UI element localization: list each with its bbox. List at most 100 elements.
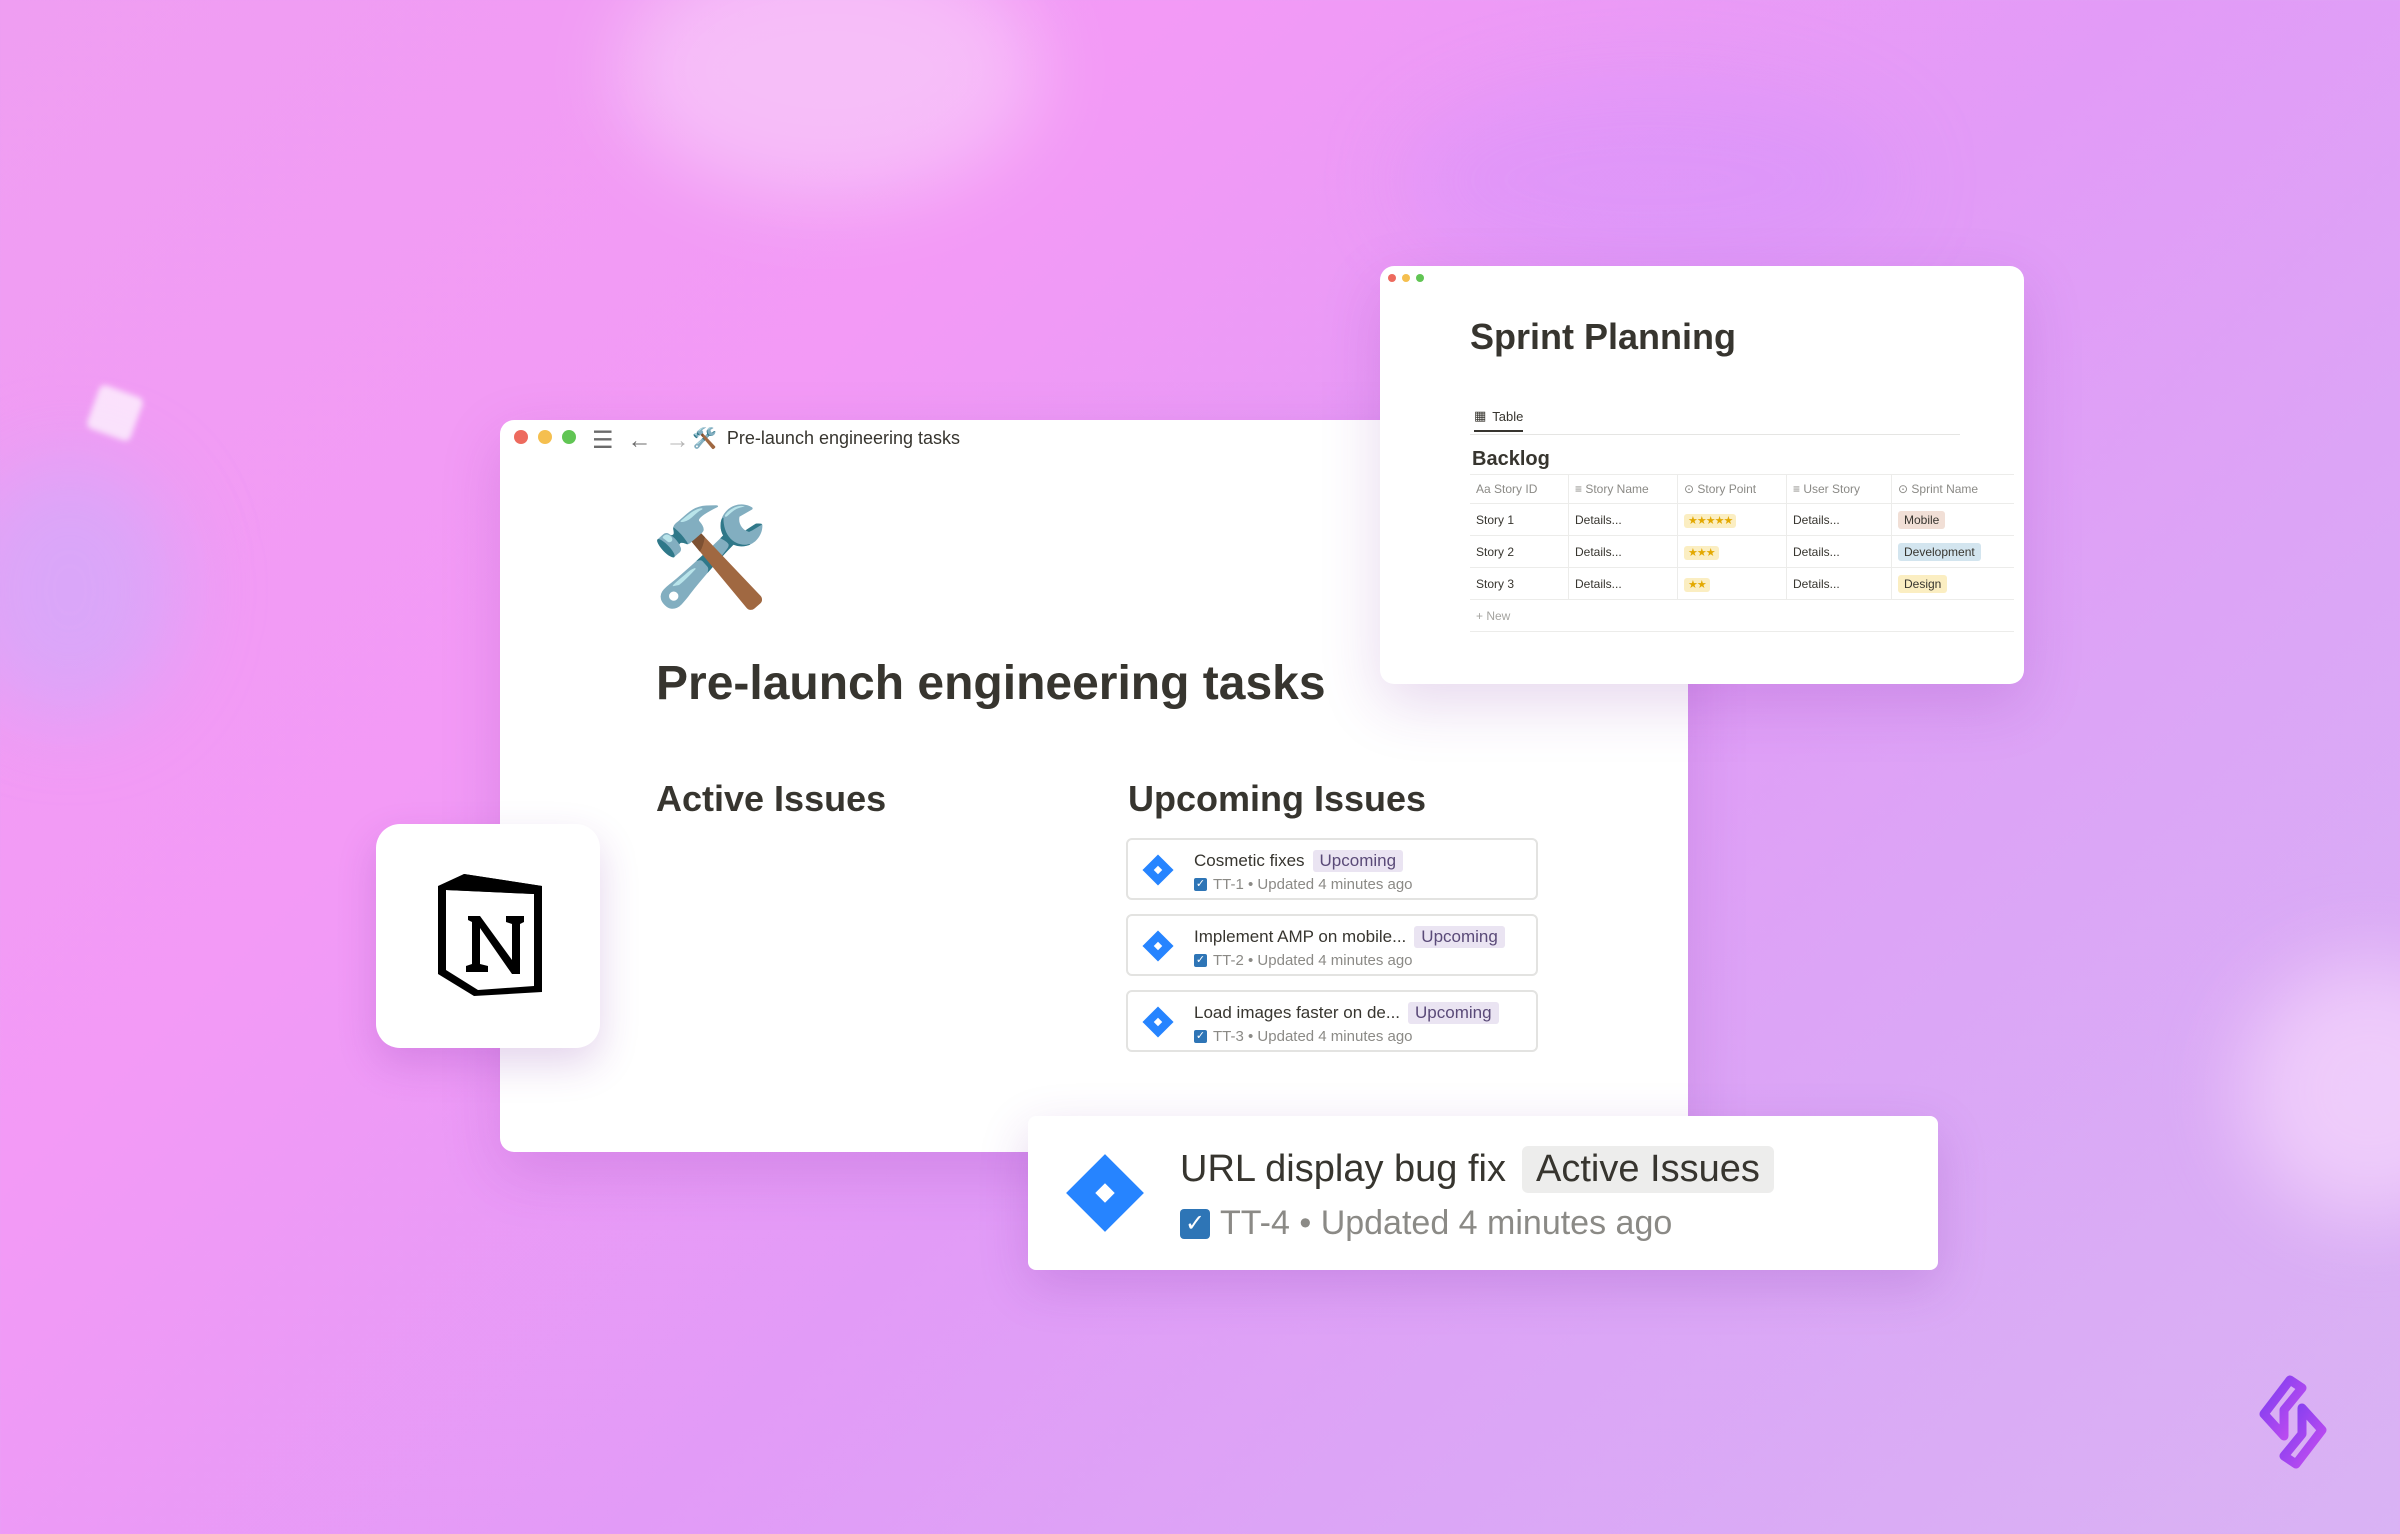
checkbox-icon: ✓	[1180, 1208, 1210, 1239]
forward-arrow-icon[interactable]: →	[666, 427, 690, 455]
page-title[interactable]: Pre-launch engineering tasks	[656, 656, 1326, 711]
story-id-cell[interactable]: Story 3	[1470, 567, 1569, 600]
jira-icon	[1142, 854, 1174, 886]
minimize-button[interactable]	[1402, 274, 1410, 282]
sprint-name-cell[interactable]: Design	[1891, 567, 2014, 600]
issue-title: Load images faster on de... Upcoming	[1194, 1002, 1499, 1024]
column-label: Story ID	[1494, 482, 1538, 496]
story-name-cell[interactable]: Details...	[1568, 535, 1678, 568]
select-icon: ⊙	[1898, 482, 1912, 496]
issue-title: Cosmetic fixes Upcoming	[1194, 850, 1404, 872]
table-icon: ▦	[1474, 408, 1487, 423]
issue-name: Load images faster on de...	[1194, 1003, 1401, 1022]
maximize-button[interactable]	[562, 430, 576, 444]
column-header[interactable]: ≡ User Story	[1786, 474, 1892, 504]
text-icon: Aa	[1476, 482, 1495, 496]
page-title[interactable]: Sprint Planning	[1470, 316, 1736, 358]
story-point-cell[interactable]: ★★★	[1677, 535, 1787, 568]
column-header[interactable]: ⊙ Story Point	[1677, 474, 1787, 504]
issue-card[interactable]: Load images faster on de... Upcoming ✓ TT-…	[1126, 990, 1538, 1052]
text-icon: ≡	[1793, 482, 1804, 496]
issue-name: Cosmetic fixes	[1194, 851, 1305, 870]
select-icon: ⊙	[1684, 482, 1698, 496]
column-label: Story Name	[1585, 482, 1649, 496]
column-header[interactable]: ⊙ Sprint Name	[1891, 474, 2014, 504]
user-story-cell[interactable]: Details...	[1786, 535, 1892, 568]
sprint-tag: Design	[1898, 574, 1948, 593]
bg-glow	[0, 460, 180, 720]
page-emoji-icon[interactable]: 🛠️	[650, 510, 770, 606]
bg-glow	[2240, 960, 2400, 1220]
jira-icon	[1142, 1006, 1174, 1038]
text-icon: ≡	[1575, 482, 1586, 496]
status-badge: Upcoming	[1312, 850, 1404, 872]
issue-meta-text: TT-4 • Updated 4 minutes ago	[1220, 1204, 1673, 1242]
table-row[interactable]: Story 2 Details... ★★★ Details... Develo…	[1470, 535, 2014, 568]
column-label: Story Point	[1697, 482, 1757, 496]
issue-meta: ✓ TT-1 • Updated 4 minutes ago	[1194, 876, 1413, 893]
user-story-cell[interactable]: Details...	[1786, 503, 1892, 536]
issue-meta: ✓ TT-3 • Updated 4 minutes ago	[1194, 1028, 1413, 1045]
checkbox-icon: ✓	[1194, 878, 1207, 891]
column-label: User Story	[1803, 482, 1861, 496]
close-button[interactable]	[1388, 274, 1396, 282]
checkbox-icon: ✓	[1194, 954, 1207, 967]
back-arrow-icon[interactable]: ←	[628, 427, 652, 455]
issue-title: URL display bug fix Active Issues	[1180, 1146, 1774, 1193]
user-story-cell[interactable]: Details...	[1786, 567, 1892, 600]
maximize-button[interactable]	[1416, 274, 1424, 282]
table-row[interactable]: Story 3 Details... ★★ Details... Design	[1470, 567, 2014, 600]
jira-icon	[1066, 1154, 1144, 1232]
decorative-cube	[85, 383, 145, 443]
story-id-cell[interactable]: Story 1	[1470, 503, 1569, 536]
bg-glow	[1400, 80, 1900, 280]
column-header[interactable]: Aa Story ID	[1470, 474, 1569, 504]
close-button[interactable]	[514, 430, 528, 444]
story-point-cell[interactable]: ★★	[1677, 567, 1787, 600]
sprint-tag: Development	[1898, 542, 1981, 561]
column-header[interactable]: ≡ Story Name	[1568, 474, 1678, 504]
breadcrumb-title: Pre-launch engineering tasks	[726, 427, 961, 448]
menu-icon[interactable]: ☰	[592, 426, 614, 455]
brand-logo	[2259, 1375, 2327, 1469]
notion-logo-badge	[376, 824, 600, 1048]
story-name-cell[interactable]: Details...	[1568, 503, 1678, 536]
issue-card[interactable]: Implement AMP on mobile... Upcoming ✓ TT-2…	[1126, 914, 1538, 976]
divider	[1470, 434, 1960, 435]
issue-name: URL display bug fix	[1180, 1148, 1506, 1190]
column-label: Sprint Name	[1911, 482, 1979, 496]
new-row[interactable]: + New	[1470, 599, 2014, 632]
sprint-planning-window: Sprint Planning ▦ Table Backlog Aa Story…	[1380, 266, 2024, 684]
issue-card[interactable]: Cosmetic fixes Upcoming ✓ TT-1 • Updated 4…	[1126, 838, 1538, 900]
story-id-cell[interactable]: Story 2	[1470, 535, 1569, 568]
new-row-button[interactable]: + New	[1470, 599, 2014, 632]
story-point-cell[interactable]: ★★★★★	[1677, 503, 1787, 536]
jira-icon	[1142, 930, 1174, 962]
issue-title: Implement AMP on mobile... Upcoming	[1194, 926, 1505, 948]
toolbar: ☰ ← →	[592, 426, 690, 455]
breadcrumb[interactable]: 🛠️ Pre-launch engineering tasks	[692, 426, 960, 450]
status-badge: Upcoming	[1414, 926, 1505, 948]
bg-glow	[620, 0, 1040, 200]
minimize-button[interactable]	[538, 430, 552, 444]
story-point-tag: ★★★★★	[1684, 513, 1737, 528]
status-badge: Upcoming	[1408, 1002, 1499, 1024]
table-row[interactable]: Story 1 Details... ★★★★★ Details... Mobi…	[1470, 503, 2014, 536]
tab-table-view[interactable]: ▦ Table	[1474, 408, 1524, 432]
issue-meta: ✓ TT-4 • Updated 4 minutes ago	[1180, 1204, 1672, 1243]
notion-logo	[438, 874, 542, 996]
sprint-name-cell[interactable]: Mobile	[1891, 503, 2014, 536]
issue-meta-text: TT-2 • Updated 4 minutes ago	[1213, 952, 1413, 969]
table-header-row: Aa Story ID ≡ Story Name ⊙ Story Point ≡…	[1470, 474, 2014, 504]
sprint-name-cell[interactable]: Development	[1891, 535, 2014, 568]
database-title[interactable]: Backlog	[1472, 448, 1550, 471]
upcoming-issues-heading: Upcoming Issues	[1128, 778, 1427, 819]
issue-name: Implement AMP on mobile...	[1194, 927, 1407, 946]
issue-meta-text: TT-1 • Updated 4 minutes ago	[1213, 876, 1413, 893]
window-controls	[514, 430, 576, 444]
issue-meta: ✓ TT-2 • Updated 4 minutes ago	[1194, 952, 1413, 969]
featured-issue-card[interactable]: URL display bug fix Active Issues ✓ TT-4…	[1028, 1116, 1938, 1270]
story-name-cell[interactable]: Details...	[1568, 567, 1678, 600]
tab-label: Table	[1492, 408, 1524, 424]
story-point-tag: ★★	[1684, 577, 1710, 592]
